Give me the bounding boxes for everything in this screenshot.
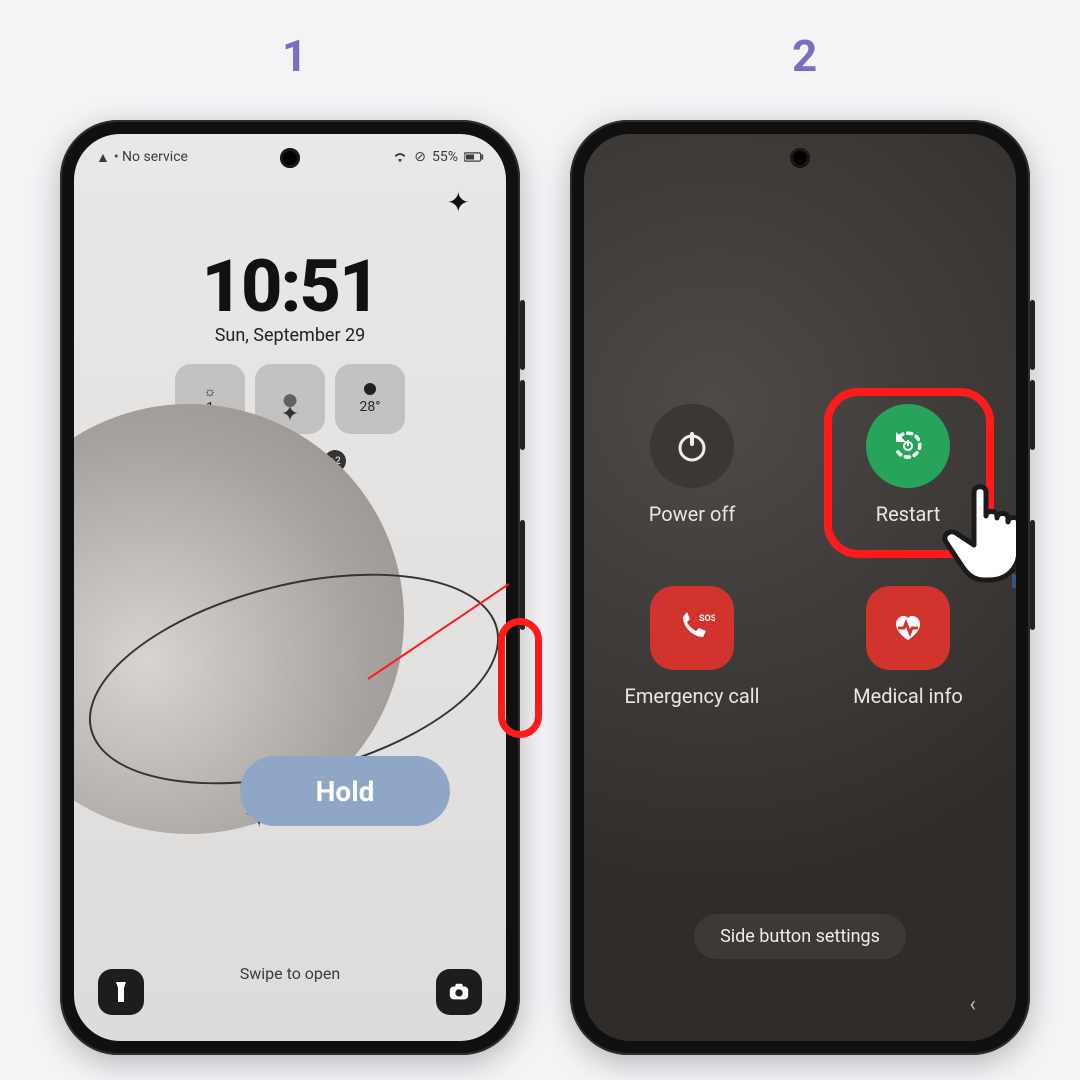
- camera-button[interactable]: [436, 969, 482, 1015]
- highlight-power-button: [498, 618, 542, 738]
- back-button[interactable]: ‹: [969, 992, 976, 1017]
- moon-icon: ●: [281, 382, 299, 417]
- volume-up-button[interactable]: [520, 300, 525, 370]
- pointer-hand-icon: [934, 464, 1016, 594]
- sun-icon: ☼: [204, 383, 217, 400]
- weather-widget-2[interactable]: 28°: [335, 364, 405, 434]
- phone-frame-2: Power off Restart: [570, 120, 1030, 1055]
- volume-down-button[interactable]: [520, 380, 525, 450]
- volume-down-button[interactable]: [1030, 380, 1035, 450]
- clock-date: Sun, September 29: [74, 325, 506, 346]
- volume-up-button[interactable]: [1030, 300, 1035, 370]
- power-off-item[interactable]: Power off: [649, 404, 736, 526]
- emergency-call-item[interactable]: SOS Emergency call: [625, 586, 760, 708]
- power-button[interactable]: [520, 520, 525, 630]
- flashlight-button[interactable]: [98, 969, 144, 1015]
- clock-time: 10:51: [74, 244, 506, 329]
- emergency-call-icon: SOS: [650, 586, 734, 670]
- svg-text:SOS: SOS: [699, 614, 715, 624]
- front-camera: [790, 148, 810, 168]
- sun-icon: [364, 383, 376, 395]
- medical-info-label: Medical info: [853, 684, 963, 708]
- phone-frame-1: ▲ • No service ⊘ 55% ✦ 10:51 ✦: [60, 120, 520, 1055]
- medical-info-icon: [866, 586, 950, 670]
- front-camera: [280, 148, 300, 168]
- medical-info-item[interactable]: Medical info: [853, 586, 963, 708]
- step-number-1: 1: [282, 30, 307, 82]
- no-network-icon: ⊘: [414, 149, 426, 165]
- power-off-label: Power off: [649, 502, 736, 526]
- annotation-hold-label: Hold: [240, 756, 450, 826]
- side-button-settings-button[interactable]: Side button settings: [694, 914, 906, 959]
- wifi-icon: [392, 150, 408, 164]
- carrier-label: • No service: [114, 149, 188, 165]
- battery-icon: [464, 151, 484, 163]
- power-button[interactable]: [1030, 520, 1035, 630]
- step-number-2: 2: [792, 30, 817, 82]
- power-menu-screen: Power off Restart: [584, 134, 1016, 1041]
- widget-value: 28°: [360, 399, 381, 415]
- power-off-icon: [650, 404, 734, 488]
- sparkle-icon: ✦: [447, 186, 470, 219]
- battery-label: 55%: [432, 149, 458, 165]
- lock-clock: 10:51 ✦ Sun, September 29: [74, 244, 506, 346]
- signal-icon: ▲: [96, 149, 110, 166]
- emergency-call-label: Emergency call: [625, 684, 760, 708]
- lock-screen: ▲ • No service ⊘ 55% ✦ 10:51 ✦: [74, 134, 506, 1041]
